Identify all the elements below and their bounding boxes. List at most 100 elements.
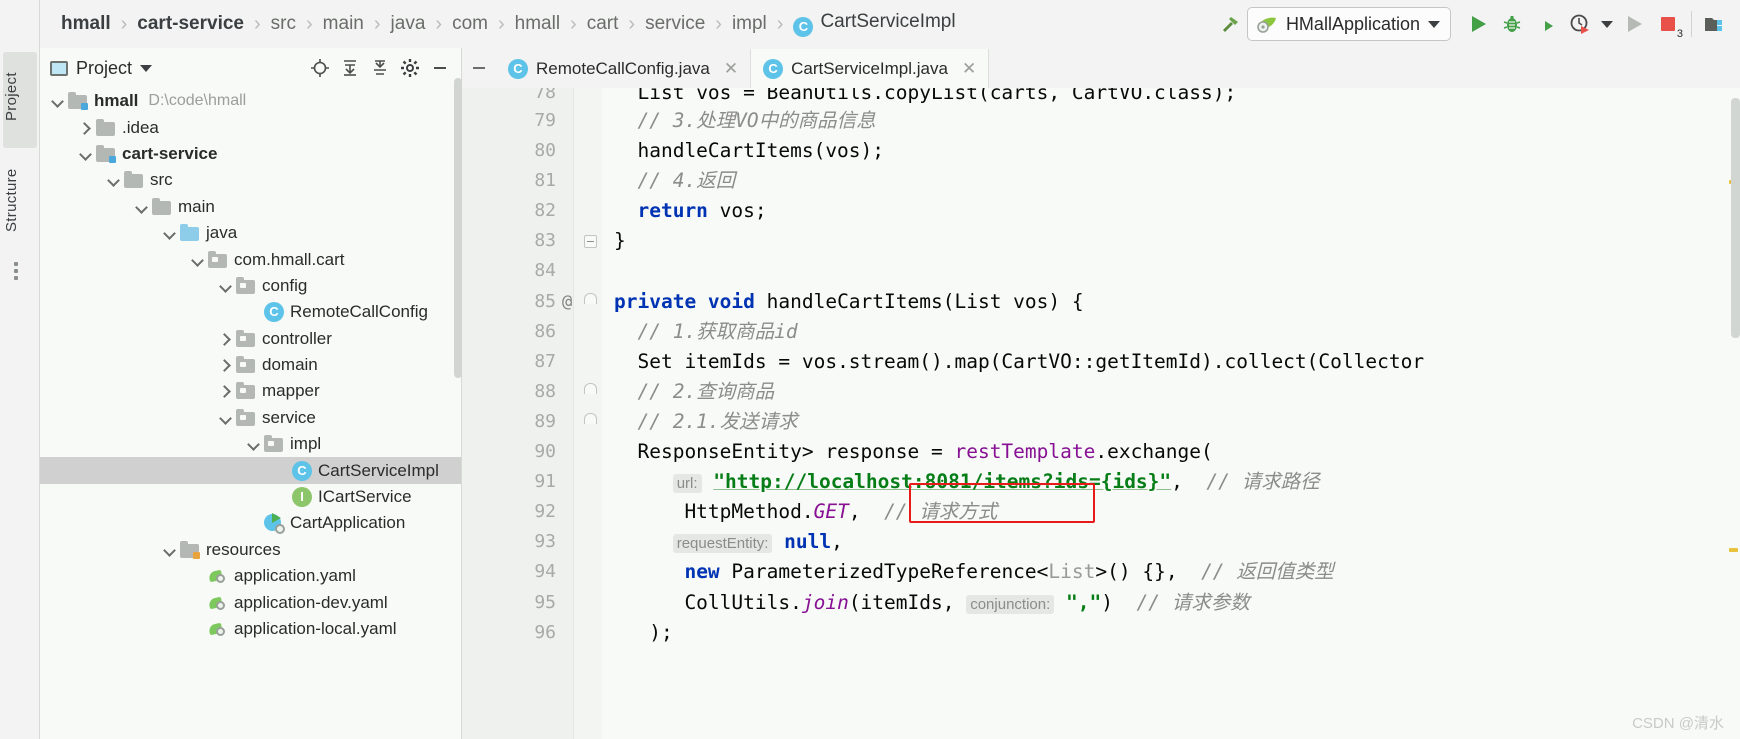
tree-node[interactable]: main: [40, 194, 461, 220]
tree-node-label: application.yaml: [234, 566, 356, 586]
tree-node-label: config: [262, 276, 307, 296]
code-text: return vos;: [614, 196, 767, 226]
breadcrumb-item-impl[interactable]: impl: [723, 13, 776, 35]
tree-node[interactable]: service: [40, 405, 461, 431]
chevron-down-icon[interactable]: [190, 252, 206, 268]
fold-region-icon[interactable]: [584, 413, 597, 429]
project-tool-window: Project: [40, 48, 462, 739]
tree-node[interactable]: cart-service: [40, 141, 461, 167]
profiler-dropdown-icon[interactable]: [1597, 4, 1617, 44]
hide-window-icon[interactable]: [427, 55, 453, 81]
tree-node[interactable]: resources: [40, 537, 461, 563]
breadcrumb-item-main[interactable]: main: [314, 13, 373, 35]
tree-node[interactable]: application.yaml: [40, 563, 461, 589]
chevron-down-icon[interactable]: [78, 146, 94, 162]
editor-tab[interactable]: CRemoteCallConfig.java✕: [496, 49, 751, 88]
stop-button[interactable]: 3: [1651, 4, 1685, 44]
breadcrumb-item-src[interactable]: src: [262, 13, 305, 35]
breadcrumb-item-cartserviceimpl[interactable]: CCartServiceImpl: [784, 11, 964, 37]
code-text: new ParameterizedTypeReference<List>() {…: [614, 557, 1334, 587]
tree-node[interactable]: impl: [40, 431, 461, 457]
package-icon: [236, 356, 256, 374]
sidebar-scrollbar[interactable]: [454, 78, 462, 378]
project-tree[interactable]: hmallD:\code\hmall.ideacart-servicesrc ma…: [40, 88, 461, 739]
code-text: List vos = BeanUtils.copyList(carts, Car…: [614, 88, 1236, 98]
module-folder-icon: [68, 92, 88, 110]
tree-node[interactable]: CRemoteCallConfig: [40, 299, 461, 325]
breadcrumb-item-com[interactable]: com: [443, 13, 497, 35]
tree-node[interactable]: IICartService: [40, 484, 461, 510]
module-folder-icon: [96, 145, 116, 163]
chevron-right-icon[interactable]: [218, 357, 234, 373]
breadcrumb-item-cart[interactable]: cart: [578, 13, 628, 35]
tree-node[interactable]: java: [40, 220, 461, 246]
build-hammer-icon[interactable]: [1213, 4, 1247, 44]
tree-spacer: [274, 489, 290, 505]
debug-button[interactable]: [1495, 4, 1529, 44]
breadcrumb-item-hmall[interactable]: hmall: [506, 13, 569, 35]
tree-node-selected[interactable]: CCartServiceImpl: [40, 457, 461, 483]
collapse-all-icon[interactable]: [367, 55, 393, 81]
tree-node-label: main: [178, 197, 215, 217]
tree-node[interactable]: .idea: [40, 114, 461, 140]
chevron-down-icon[interactable]: [134, 199, 150, 215]
chevron-right-icon[interactable]: [218, 331, 234, 347]
run-button[interactable]: [1461, 4, 1495, 44]
breadcrumb-item-cart-service[interactable]: cart-service: [128, 13, 253, 35]
editor-scrollbar[interactable]: [1731, 98, 1740, 338]
tool-tab-project[interactable]: Project: [3, 52, 37, 148]
tree-node[interactable]: application-local.yaml: [40, 616, 461, 642]
profiler-button[interactable]: [1563, 4, 1597, 44]
breadcrumb-item-java[interactable]: java: [382, 13, 435, 35]
chevron-down-icon[interactable]: [218, 410, 234, 426]
tool-tab-structure[interactable]: Structure: [3, 148, 37, 252]
chevron-right-icon[interactable]: [78, 120, 94, 136]
more-tools-icon[interactable]: [14, 262, 26, 276]
project-window-icon: [50, 61, 68, 76]
tree-node[interactable]: src: [40, 167, 461, 193]
chevron-down-icon[interactable]: [1428, 21, 1440, 28]
rerun-button[interactable]: [1617, 4, 1651, 44]
chevron-down-icon[interactable]: [246, 436, 262, 452]
tree-node[interactable]: com.hmall.cart: [40, 246, 461, 272]
code-editor[interactable]: 78 List vos = BeanUtils.copyList(carts, …: [462, 88, 1740, 739]
chevron-down-icon[interactable]: [106, 172, 122, 188]
tree-node[interactable]: CartApplication: [40, 510, 461, 536]
locate-icon[interactable]: [307, 55, 333, 81]
tree-node[interactable]: controller: [40, 326, 461, 352]
tree-node[interactable]: mapper: [40, 378, 461, 404]
expand-all-icon[interactable]: [337, 55, 363, 81]
chevron-down-icon[interactable]: [162, 542, 178, 558]
tree-node[interactable]: config: [40, 273, 461, 299]
resource-folder-icon: [180, 541, 200, 559]
run-with-coverage-button[interactable]: [1529, 4, 1563, 44]
tree-node[interactable]: application-dev.yaml: [40, 589, 461, 615]
fold-collapse-icon[interactable]: [584, 235, 597, 248]
warning-marker[interactable]: [1729, 548, 1738, 552]
editor-tab-label: CartServiceImpl.java: [791, 59, 948, 79]
editor-tab[interactable]: CCartServiceImpl.java✕: [751, 49, 989, 88]
breadcrumb-separator: ›: [776, 13, 785, 36]
tree-node[interactable]: hmallD:\code\hmall: [40, 88, 461, 114]
project-view-chevron-icon[interactable]: [140, 65, 152, 72]
fold-region-icon[interactable]: [584, 383, 597, 399]
close-icon[interactable]: ✕: [962, 59, 976, 79]
tree-spacer: [190, 595, 206, 611]
watermark: CSDN @清水: [1632, 712, 1724, 733]
close-icon[interactable]: ✕: [724, 59, 738, 79]
tree-node-label: mapper: [262, 381, 320, 401]
gutter-annotation-marker[interactable]: @: [562, 287, 572, 317]
line-number: 91: [462, 467, 556, 497]
chevron-down-icon[interactable]: [218, 278, 234, 294]
settings-gear-icon[interactable]: [397, 55, 423, 81]
chevron-down-icon[interactable]: [50, 93, 66, 109]
tree-node[interactable]: domain: [40, 352, 461, 378]
chevron-down-icon[interactable]: [162, 225, 178, 241]
editor-tab-hide-icon[interactable]: [462, 48, 496, 88]
services-button[interactable]: [1698, 4, 1732, 44]
chevron-right-icon[interactable]: [218, 383, 234, 399]
run-configuration-selector[interactable]: HMallApplication: [1247, 7, 1451, 41]
fold-region-icon[interactable]: [584, 293, 597, 309]
breadcrumb-item-hmall[interactable]: hmall: [52, 13, 120, 35]
breadcrumb-item-service[interactable]: service: [636, 13, 714, 35]
